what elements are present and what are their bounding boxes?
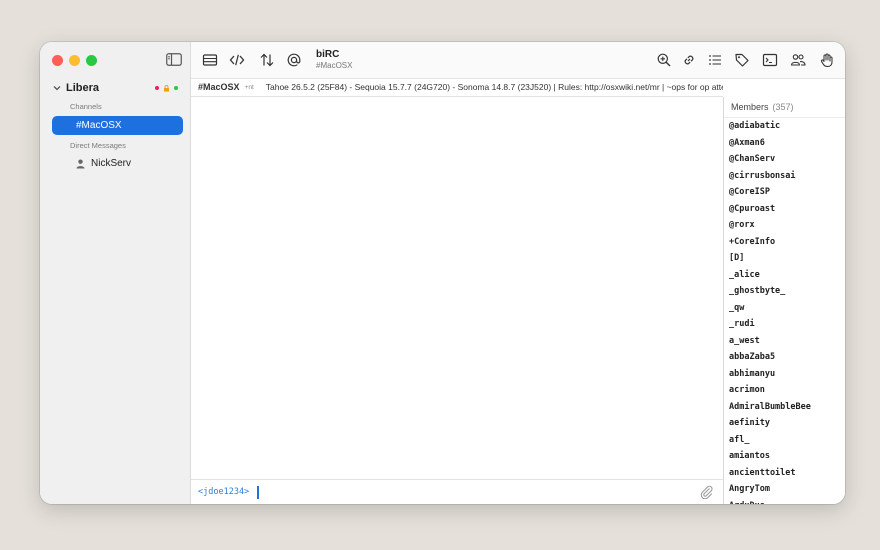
member-item[interactable]: afl_ bbox=[724, 432, 845, 449]
app-subtitle: #MacOSX bbox=[316, 61, 353, 70]
topic-text[interactable]: Tahoe 26.5.2 (25F84) - Sequoia 15.7.7 (2… bbox=[266, 82, 723, 92]
member-item[interactable]: aefinity bbox=[724, 415, 845, 432]
list-icon[interactable] bbox=[202, 52, 218, 68]
channel-mode: +nt bbox=[244, 83, 254, 91]
member-list-panel: Members (357) @adiabatic @Axman6 @ChanServ… bbox=[723, 97, 845, 504]
network-name: Libera bbox=[66, 82, 100, 94]
member-item[interactable]: +CoreInfo bbox=[724, 234, 845, 251]
network-status bbox=[155, 84, 178, 92]
member-item[interactable]: _qw bbox=[724, 300, 845, 317]
member-item[interactable]: ArduDus bbox=[724, 498, 845, 505]
member-item[interactable]: @Axman6 bbox=[724, 135, 845, 152]
link-icon[interactable] bbox=[681, 52, 697, 68]
member-item[interactable]: @Cpuroast bbox=[724, 201, 845, 218]
tag-icon[interactable] bbox=[734, 52, 750, 68]
app-window: Libera Channels #MacOSX Direct Messages … bbox=[40, 42, 845, 504]
message-input-bar[interactable]: <jdoe1234> bbox=[191, 479, 723, 504]
member-item[interactable]: _rudi bbox=[724, 316, 845, 333]
members-count: (357) bbox=[772, 102, 794, 112]
minimize-button[interactable] bbox=[69, 55, 80, 66]
member-item[interactable]: amiantos bbox=[724, 448, 845, 465]
members-label: Members bbox=[731, 102, 769, 112]
users-icon[interactable] bbox=[790, 52, 806, 68]
topic-bar: #MacOSX +nt Tahoe 26.5.2 (25F84) - Sequo… bbox=[191, 78, 723, 97]
member-item[interactable]: a_west bbox=[724, 333, 845, 350]
zoom-button[interactable] bbox=[86, 55, 97, 66]
member-item[interactable]: AdmiralBumbleBee bbox=[724, 399, 845, 416]
member-item[interactable]: acrimon bbox=[724, 382, 845, 399]
dm-label: NickServ bbox=[91, 158, 132, 169]
close-button[interactable] bbox=[52, 55, 63, 66]
at-icon[interactable] bbox=[286, 52, 302, 68]
app-title: biRC bbox=[316, 49, 340, 60]
bullet-list-icon[interactable] bbox=[707, 52, 723, 68]
sort-arrows-icon[interactable] bbox=[259, 52, 275, 68]
member-item[interactable]: @cirrusbonsai bbox=[724, 168, 845, 185]
sidebar-item-nickserv[interactable]: NickServ bbox=[76, 158, 131, 169]
status-dot-green bbox=[174, 86, 178, 90]
channel-label: #MacOSX bbox=[76, 120, 122, 131]
status-dot-red bbox=[155, 86, 159, 90]
terminal-icon[interactable] bbox=[762, 52, 778, 68]
title-block: biRC #MacOSX bbox=[316, 49, 352, 70]
member-item[interactable]: @adiabatic bbox=[724, 118, 845, 135]
topic-channel: #MacOSX bbox=[198, 82, 240, 92]
zoom-icon[interactable] bbox=[656, 52, 672, 68]
member-item[interactable]: AngryTom bbox=[724, 481, 845, 498]
toolbar: biRC #MacOSX bbox=[191, 42, 845, 79]
member-item[interactable]: ancienttoilet bbox=[724, 465, 845, 482]
channels-section-label: Channels bbox=[70, 102, 102, 111]
dm-section-label: Direct Messages bbox=[70, 141, 126, 150]
hand-icon[interactable] bbox=[819, 52, 835, 68]
member-item[interactable]: _ghostbyte_ bbox=[724, 283, 845, 300]
members-header: Members (357) bbox=[724, 97, 845, 118]
paperclip-icon[interactable] bbox=[700, 485, 714, 499]
member-list: @adiabatic @Axman6 @ChanServ @cirrusbonsai @… bbox=[724, 118, 845, 504]
chat-messages[interactable] bbox=[191, 98, 723, 478]
member-item[interactable]: _alice bbox=[724, 267, 845, 284]
chevron-down-icon[interactable] bbox=[52, 83, 62, 93]
member-item[interactable]: abhimanyu bbox=[724, 366, 845, 383]
person-icon bbox=[76, 159, 85, 168]
nick-label: <jdoe1234> bbox=[198, 487, 250, 497]
member-item[interactable]: @CoreISP bbox=[724, 184, 845, 201]
sidebar-toggle-icon[interactable] bbox=[166, 53, 182, 66]
member-item[interactable]: [D] bbox=[724, 250, 845, 267]
sidebar: Libera Channels #MacOSX Direct Messages … bbox=[40, 42, 191, 504]
member-item[interactable]: @rorx bbox=[724, 217, 845, 234]
member-item[interactable]: abbaZaba5 bbox=[724, 349, 845, 366]
code-icon[interactable] bbox=[229, 52, 245, 68]
window-controls bbox=[52, 55, 97, 66]
sidebar-item-macosx[interactable]: #MacOSX bbox=[52, 116, 183, 135]
lock-icon bbox=[164, 84, 169, 92]
member-item[interactable]: @ChanServ bbox=[724, 151, 845, 168]
text-cursor bbox=[257, 486, 259, 499]
network-row[interactable]: Libera bbox=[52, 80, 178, 96]
